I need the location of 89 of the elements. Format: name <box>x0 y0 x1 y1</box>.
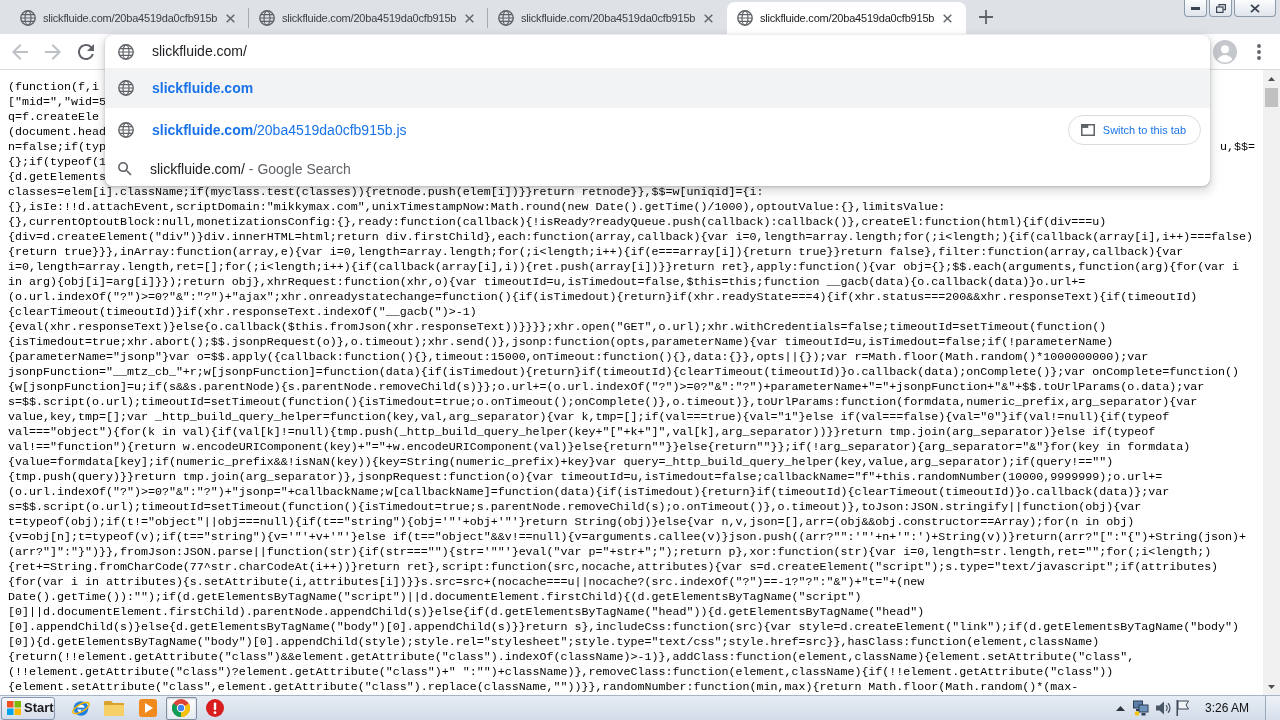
reload-icon[interactable] <box>78 43 94 60</box>
code-line: {for(var i in attributes){s.setAttribute(i,attributes[i])}}s.src=src+(nocache===u||nocache?(src.indexOf("?")==-1?"?":"&")+"t="+(new <box>8 575 925 590</box>
code-line: val==="object"){for(k in val){if(val[k]!=null){tmp.push(_http_build_query_helper(key+"["+k+"]",val[k],arg_separator))}}return tmp.join(arg_separator)}else if(typeof <box>8 425 1156 440</box>
taskbar-button[interactable] <box>165 696 197 720</box>
globe-icon <box>737 10 753 26</box>
scrollbar[interactable] <box>1263 70 1280 695</box>
close-icon[interactable] <box>1250 3 1260 13</box>
globe-icon <box>118 80 134 96</box>
code-fragment: n=false;if(typ <box>8 140 106 155</box>
code-line: (o.url.indexOf("?")>=0?"&":"?")+"ajax";xhr.onreadystatechange=function(){if(isTimedout){return}if(xhr.readyState===4){if(xhr.status===200&&xhr.responseText){if(timeoutId) <box>8 290 1198 305</box>
chevron-up-icon[interactable] <box>1115 705 1125 711</box>
code-line: {w[jsonpFunction]=u;if(s&&s.parentNode){s.parentNode.removeChild(s)}};o.url+=(o.url.indexOf("?")>=0?"&":"?")+parameterName+"="+jsonpFunction+"&"+$$.toUrlParams(o.data);var <box>8 380 1205 395</box>
alert-icon[interactable] <box>205 699 224 717</box>
close-icon[interactable] <box>943 13 952 23</box>
minimize-icon[interactable] <box>1191 6 1200 10</box>
restore-icon[interactable] <box>1215 3 1226 13</box>
code-line: classes=elem[i].className;if(myclass.test(classes)){retnode.push(elem[i])}}return retnode}},$$=w[uniqid]={i: <box>8 185 764 200</box>
code-line: t=typeof(obj);if(t!="object"||obj===null){if(t=="string"){obj='"'+obj+'"'}return String(obj)}else{var n,v,json=[],arr=(obj&&obj.constructor==Array);for(n in obj) <box>8 515 1135 530</box>
windows-logo-icon <box>7 701 21 715</box>
code-line: jsonpFunction="__mtz_cb_"+r;w[jsonpFunction]=function(data){if(isTimedout){return}if(timeoutId){clearTimeout(timeoutId)}o.callback(data);onComplete()};var onComplete=function() <box>8 365 1240 380</box>
code-line: {},isIe:!!d.attachEvent,scriptDomain:"mikkymax.com",unixTimestampNow:Math.round(new Date().getTime()/1000),optoutValue:{},limitsValue: <box>8 200 946 215</box>
minimize-button[interactable] <box>1184 0 1207 17</box>
scroll-up-icon[interactable] <box>1268 76 1275 81</box>
code-line: value,key,tmp=[];var _http_build_query_helper=function(key,val,arg_separator){var k,tmp=[];if(val===true){val="1"}else if(val===false){val="0"}if(val!=null){if(typeof <box>8 410 1170 425</box>
code-line: {};if(typeof(1 <box>8 155 106 170</box>
scrollbar-thumb[interactable] <box>1265 88 1278 107</box>
globe-icon <box>20 10 36 26</box>
code-line: (o.url.indexOf("?")>=0?"&":"?")+"jsonp="+callbackName;w[callbackName]=function(data){if(isTimedout){return}if(timeoutId){clearTimeout(timeoutId)}o.callback(data)};var <box>8 485 1170 500</box>
restore-button[interactable] <box>1209 0 1232 17</box>
globe-icon <box>118 43 134 60</box>
globe-icon <box>118 122 134 138</box>
code-line: {tmp.push(query)}}return tmp.join(arg_separator)},jsonpRequest:function(o){var timeoutId=u,isTimedout=false;callbackName="f"+this.randomNumber(10000,9999999);o.url+= <box>8 470 1163 485</box>
speaker-icon[interactable] <box>1155 701 1172 715</box>
code-line: s=$$.script(o.url);timeoutId=setTimeout(function(){isTimedout=true;o.onTimeout();onComplete()},o.timeout)},toUrlParams:function(formdata,numeric_prefix,arg_separator){var <box>8 395 1198 410</box>
globe-icon <box>259 10 275 26</box>
code-line: (!!element.getAttribute("class")?element.getAttribute("class")+" ":"")+className)},removeClass:function(element,className){if(!!element.getAttribute("class")) <box>8 665 1114 680</box>
plus-icon[interactable] <box>979 10 993 24</box>
close-icon[interactable] <box>226 13 235 23</box>
code-line: {clearTimeout(timeoutId)}if(xhr.responseText.indexOf("__gacb(")>-1) <box>8 305 477 320</box>
code-line: {d.getElements <box>8 170 106 185</box>
code-line: (arr?"]":"}")}},fromJson:JSON.parse||function(str){if(str===""){str='""'}eval("var p="+str+";");return p},xor:function(str){var i=0,length=str.length,ret="";for(;i<length;) <box>8 545 1212 560</box>
code-line: (function(f,i <box>8 80 99 95</box>
code-line: {element.setAttribute("class",element.getAttribute("class").replace(className,""))}},randomNumber:function(min,max){return Math.floor(Math.random()*(max- <box>8 680 1079 695</box>
suggestion-item[interactable]: slickfluide.com <box>105 68 1210 108</box>
browser-tab[interactable]: slickfluide.com/20ba4519da0cfb915b <box>488 2 727 34</box>
code-line: (document.head <box>8 125 106 140</box>
code-line: [0].appendChild(s)}else{d.getElementsByTagName("body")[0].appendChild(s)}}return s},includeCss:function(src){var style=d.createElement("link");if(d.getElementsByTagName("body") <box>8 620 1240 635</box>
code-line: val!=="function"){return w.encodeURIComponent(key)+"="+w.encodeURIComponent(val)}else{return""}}else{return""}};if(!arg_separator){arg_separator="&"}for(key in formdata) <box>8 440 1191 455</box>
chrome-icon[interactable] <box>172 699 190 717</box>
suggestion-item[interactable]: slickfluide.com/ - Google Search <box>105 152 1210 186</box>
menu-icon[interactable] <box>1257 43 1261 60</box>
code-line: in arg){obj[i]=arg[i]}});return obj},xhrRequest:function(xhr,o){var timeoutId=u,isTimedout=false,$this=this;function __gacb(data){o.callback(data)}o.url+= <box>8 275 1086 290</box>
close-window-button[interactable] <box>1234 0 1276 17</box>
code-line: [0]){d.getElementsByTagName("body")[0].appendChild(style);style.rel="stylesheet";style.type="text/css";style.href=src}},hasClass:function(element,className) <box>8 635 1100 650</box>
code-line: {value=formdata[key];if(numeric_prefix&&!isNaN(key)){key=String(numeric_prefix)+key}var query=_http_build_query_helper(key,value,arg_separator);if(query!=="") <box>8 455 1114 470</box>
code-line: Date().getTime()):"");if(d.getElementsByTagName("script")||d.documentElement.firstChild){(d.getElementsByTagName("script") <box>8 590 862 605</box>
code-line: {parameterName="jsonp"}var o=$$.apply({callback:function(){},timeout:15000,onTimeout:function(){},data:{}},opts||{});var r=Math.floor(Math.random()*1000000000);var <box>8 350 1149 365</box>
code-line: {ret+=String.fromCharCode(77^str.charCodeAt(i++))}return ret},script:function(src,nocache,attributes){var s=d.createElement("script");s.type="text/javascript";if(attributes) <box>8 560 1219 575</box>
code-line: {return(!!element.getAttribute("class")&&element.getAttribute("class").indexOf(className)>-1)},addClass:function(element,className){element.setAttribute("class", <box>8 650 1135 665</box>
code-line: ["mid=","wid=5 <box>8 95 106 110</box>
switch-tab-button[interactable]: Switch to this tab <box>1067 115 1201 145</box>
code-line: q=f.createEle <box>8 110 99 125</box>
code-line: i=0,length=array.length,ret=[];for(;i<length;i++){if(callback(array[i],i)){ret.push(array[i])}}return ret},apply:function(){var obj={};$$.each(arguments,function(arg){for(var i <box>8 260 1240 275</box>
code-line: {eval(xhr.responseText)}else{o.callback($this.fromJson(xhr.responseText))}}}};xhr.open("GET",o.url);xhr.withCredentials=false;timeoutId=setTimeout(function() <box>8 320 1107 335</box>
tab-icon <box>1080 124 1095 136</box>
browser-tab[interactable]: slickfluide.com/20ba4519da0cfb915b <box>727 2 966 34</box>
code-fragment: u,$$= <box>1220 140 1255 155</box>
code-line: s=$$.script(o.url);timeoutId=setTimeout(function(){isTimedout=true;s.parentNode.removeChild(s);o.onTimeout()},o.timeout)},toJson:JSON.stringify||function(obj){var <box>8 500 1142 515</box>
suggestion-item[interactable]: slickfluide.com/20ba4519da0cfb915b.js Switch to this tab <box>105 108 1210 152</box>
browser-tab[interactable]: slickfluide.com/20ba4519da0cfb915b <box>249 2 488 34</box>
start-button[interactable]: Start <box>1 696 55 720</box>
code-line: {v=obj[n];t=typeof(v);if(t=="string"){v='"'+v+'"'}else if(t=="object"&&v!==null){v=arguments.callee(v)}json.push((arr?"":'"'+n+'":')+String(v))}return(arr?"[":"{")+String(json)+ <box>8 530 1247 545</box>
code-line: {return true}}},inArray:function(array,e){var i=0,length=array.length;for(;i<length;i++){if(e===array[i]){return true}}return false},filter:function(array,callback){var <box>8 245 1184 260</box>
search-icon <box>118 162 132 176</box>
address-field[interactable]: slickfluide.com/ <box>152 41 1052 62</box>
code-line: {isTimedout=true;xhr.abort();$$.jsonpRequest(o)},o.timeout);xhr.send()},jsonp:function(opts,parameterName){var timeoutId=u,isTimedout=false;if(!parameterName) <box>8 335 1114 350</box>
network-icon[interactable] <box>1132 700 1149 716</box>
code-line: {div=d.createElement("div")}div.innerHTML=html;return div.firstChild},each:function(array,callback){var i=0,length=array.length;for(;i<length;){if(callback(array[i],i++)===false) <box>8 230 1254 245</box>
code-line: [0]||d.documentElement.firstChild).parentNode.appendChild(s)}else{if(d.getElementsByTagName("head")){d.getElementsByTagName("head") <box>8 605 925 620</box>
browser-tab[interactable]: slickfluide.com/20ba4519da0cfb915b <box>10 2 249 34</box>
browser-logo-icon[interactable] <box>70 698 91 718</box>
flag-icon[interactable] <box>1175 700 1189 716</box>
close-icon[interactable] <box>465 13 474 23</box>
scroll-down-icon[interactable] <box>1268 684 1275 689</box>
close-icon[interactable] <box>704 13 713 23</box>
clock[interactable]: 3:26 AM <box>1204 699 1249 717</box>
globe-icon <box>498 10 514 26</box>
code-line: {},currentOptoutBlock:null,monetizationsConfig:{},ready:function(callback){!isReady?readyQueue.push(callback):callback()},createEl:function(html){if(div===u) <box>8 215 1107 230</box>
play-icon[interactable] <box>138 699 157 717</box>
